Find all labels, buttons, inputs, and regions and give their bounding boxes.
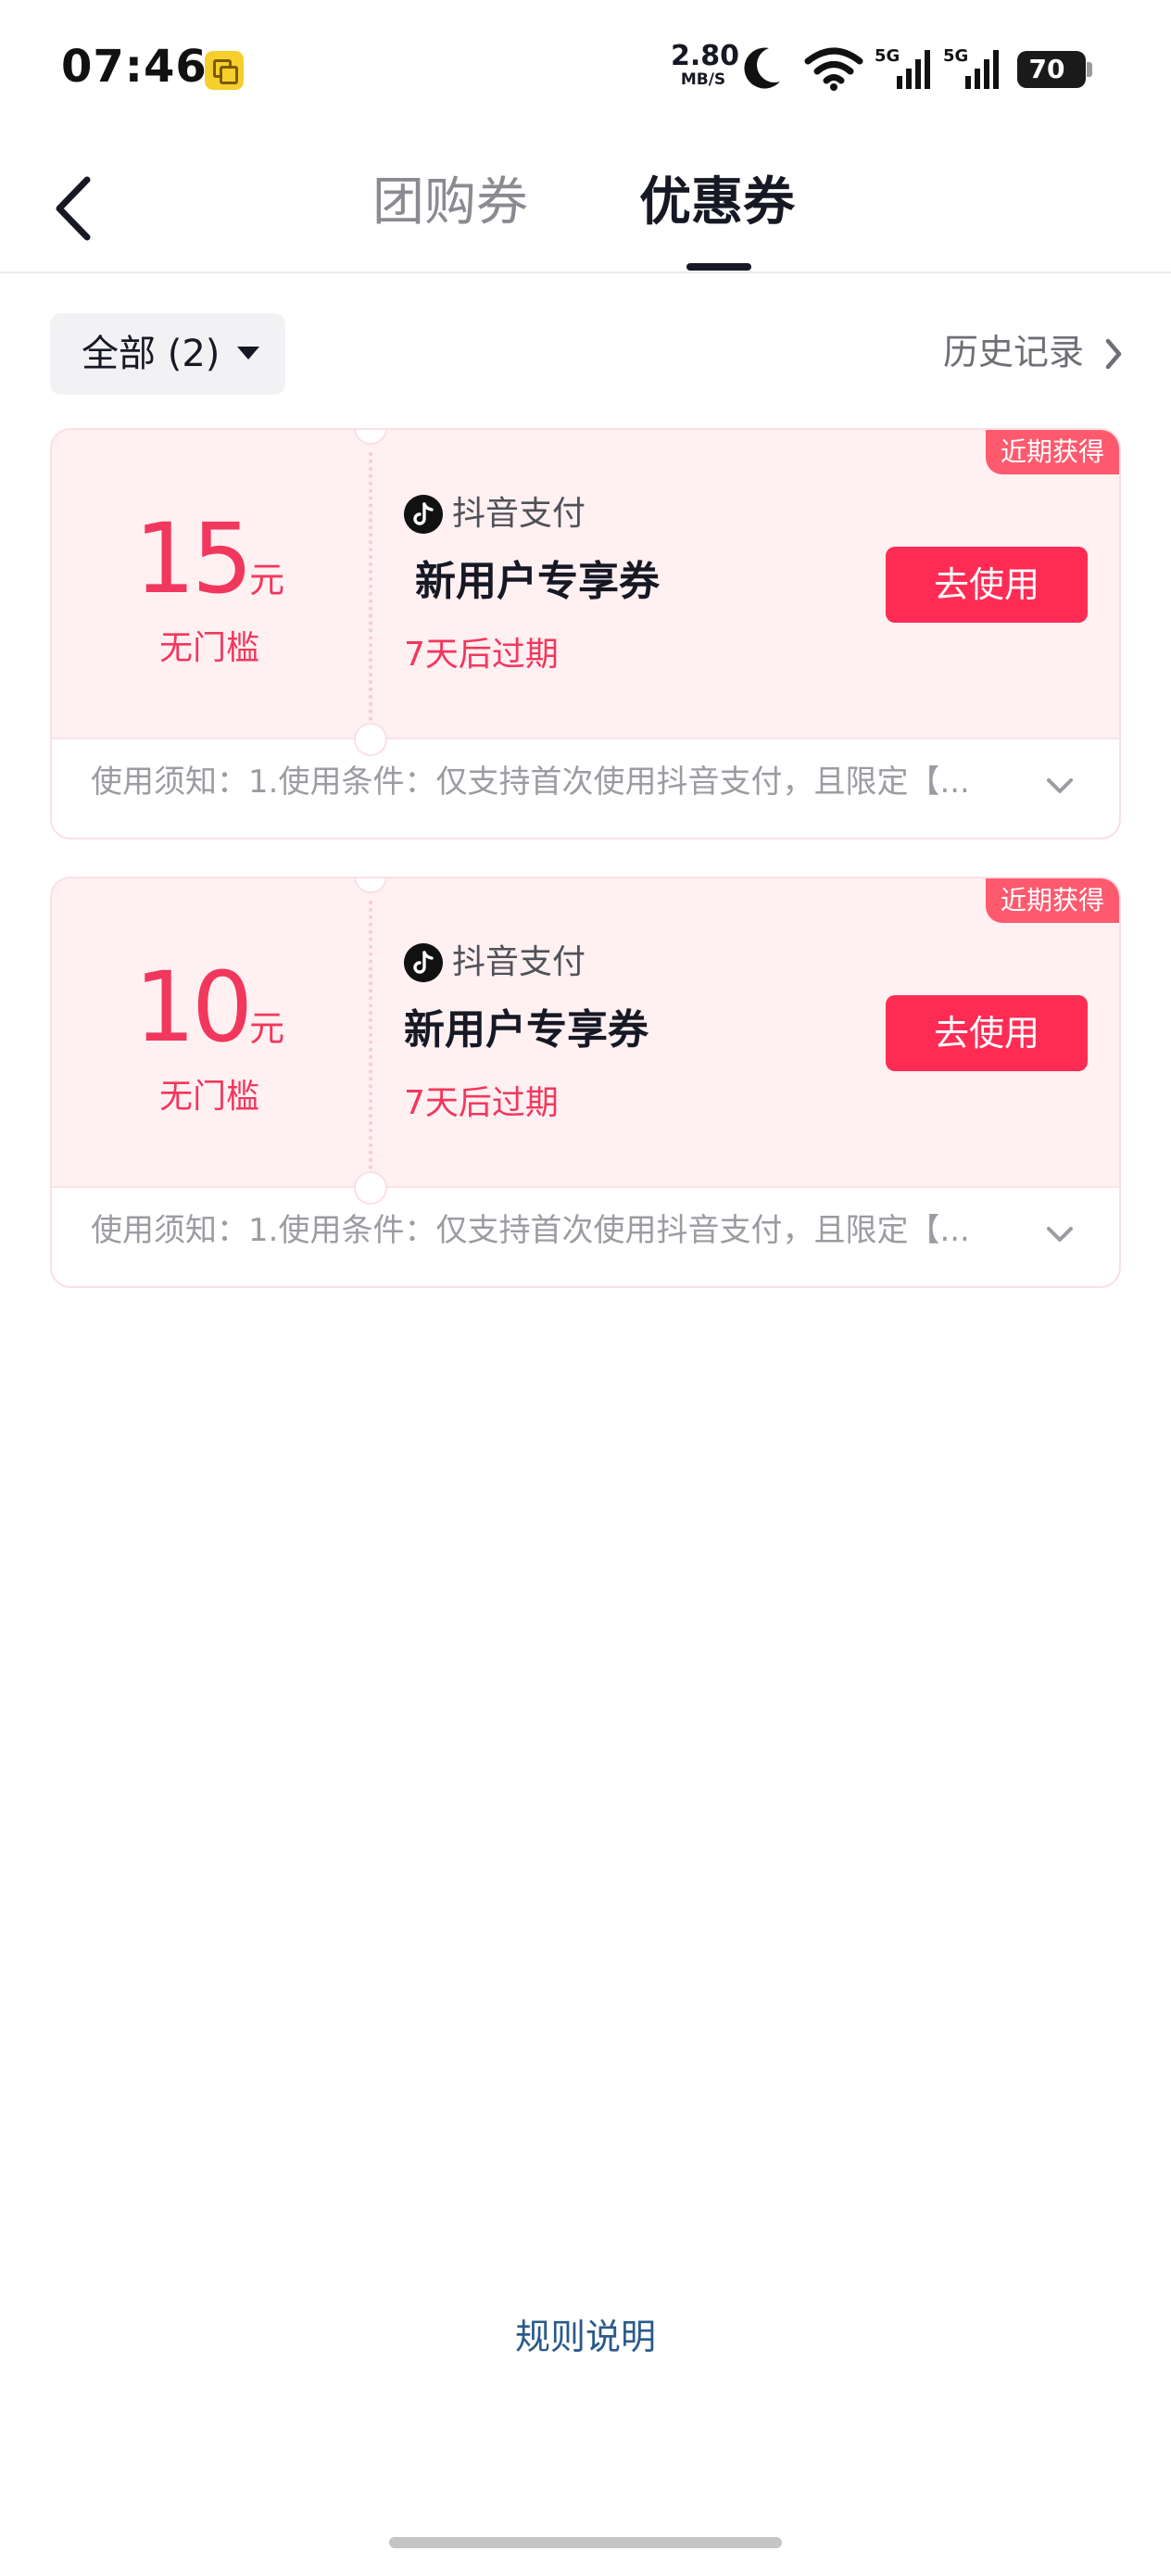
battery-level: 70	[1028, 54, 1065, 84]
tab-coupon[interactable]: 优惠券	[639, 170, 795, 236]
back-button[interactable]	[46, 167, 111, 250]
header: 团购券 优惠券	[0, 139, 1171, 273]
coupon-title: 新用户专享券	[415, 558, 660, 605]
rules-link[interactable]: 规则说明	[0, 2313, 1171, 2361]
back-arrow-icon	[56, 176, 91, 241]
coupon-amount: 15元	[52, 508, 367, 610]
use-coupon-button[interactable]: 去使用	[886, 547, 1088, 623]
perforation-divider	[369, 452, 372, 721]
use-coupon-button[interactable]: 去使用	[886, 995, 1088, 1071]
coupon-title: 新用户专享券	[404, 1006, 648, 1054]
status-bar: 07:46 2.80 MB/S 5G 5G 70	[0, 0, 1171, 139]
coupon-notice[interactable]: 使用须知：1.使用条件：仅支持首次使用抖音支付，且限定【...	[91, 756, 1026, 808]
network-speed-value: 2.80	[671, 40, 740, 72]
coupon-expiry: 7天后过期	[404, 636, 559, 674]
coupon-amount-unit: 元	[249, 1008, 285, 1049]
network-speed-unit: MB/S	[680, 70, 726, 89]
signal-5g-icon: 5G	[943, 46, 999, 89]
recent-badge: 近期获得	[986, 430, 1119, 474]
coupon-notch	[354, 723, 387, 756]
tab-group-buy[interactable]: 团购券	[372, 170, 528, 236]
active-tab-indicator	[686, 263, 751, 271]
network-label-1: 5G	[875, 46, 900, 66]
filter-label: 全部 (2)	[82, 333, 220, 375]
coupon-body: 10元 无门槛 抖音支付 新用户专享券 7天后过期 去使用 近期获得	[52, 878, 1119, 1188]
coupon-body: 15元 无门槛 抖音支付 新用户专享券 7天后过期 去使用 近期获得	[52, 430, 1119, 739]
status-time: 07:46	[61, 41, 208, 93]
coupon-threshold: 无门槛	[158, 1078, 259, 1116]
coupon-provider-name: 抖音支付	[452, 943, 586, 981]
moon-icon	[744, 47, 780, 89]
wifi-icon	[804, 47, 863, 91]
coupon-amount: 10元	[52, 956, 367, 1058]
coupon-amount-value: 15	[133, 502, 253, 615]
recent-badge: 近期获得	[986, 878, 1119, 923]
home-indicator[interactable]	[389, 2537, 782, 2548]
history-link[interactable]: 历史记录	[943, 330, 1084, 374]
coupon-card: 15元 无门槛 抖音支付 新用户专享券 7天后过期 去使用 近期获得 使用须知：…	[50, 428, 1121, 840]
chevron-right-icon[interactable]	[1101, 335, 1127, 373]
signal-5g-icon: 5G	[875, 46, 930, 89]
coupon-threshold: 无门槛	[158, 629, 259, 667]
coupon-expiry: 7天后过期	[404, 1084, 559, 1122]
coupon-amount-unit: 元	[249, 560, 285, 600]
douyin-logo-icon	[404, 495, 443, 534]
coupon-card: 10元 无门槛 抖音支付 新用户专享券 7天后过期 去使用 近期获得 使用须知：…	[50, 877, 1121, 1288]
coupon-notice[interactable]: 使用须知：1.使用条件：仅支持首次使用抖音支付，且限定【...	[91, 1205, 1026, 1256]
coupon-amount-value: 10	[133, 951, 253, 1064]
network-label-2: 5G	[943, 46, 968, 66]
chevron-down-icon[interactable]	[1043, 775, 1077, 797]
perforation-divider	[369, 901, 372, 1169]
battery-icon: 70	[1017, 51, 1092, 88]
douyin-logo-icon	[404, 943, 443, 982]
coupon-provider-name: 抖音支付	[452, 495, 586, 533]
copy-app-icon	[205, 51, 244, 90]
network-speed: 2.80 MB/S	[671, 40, 740, 89]
caret-down-icon	[237, 347, 259, 360]
coupon-notch	[354, 1171, 387, 1205]
filter-dropdown[interactable]: 全部 (2)	[50, 313, 285, 395]
chevron-down-icon[interactable]	[1043, 1223, 1077, 1245]
